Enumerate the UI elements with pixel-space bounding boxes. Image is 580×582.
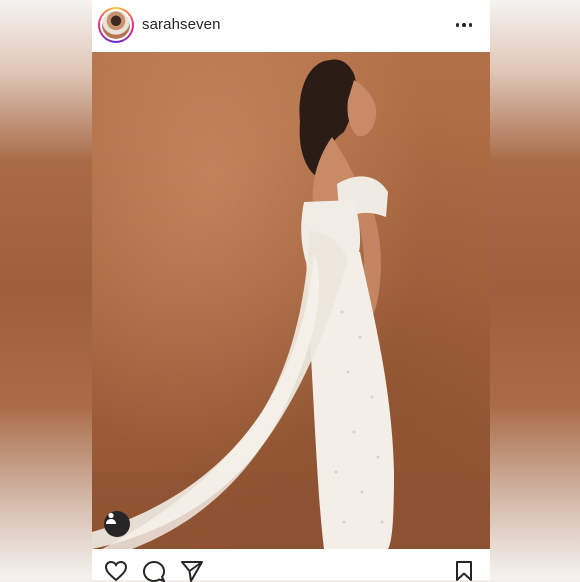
- username-link[interactable]: sarahseven: [142, 16, 221, 33]
- face-shape: [347, 80, 377, 137]
- bookmark-icon[interactable]: [454, 560, 474, 582]
- post-header: sarahseven: [92, 0, 490, 52]
- action-bar: [92, 556, 490, 582]
- background-blur-left: [0, 0, 92, 580]
- comment-icon[interactable]: [142, 560, 166, 582]
- photo-illustration: [92, 59, 490, 549]
- dot: [462, 23, 466, 27]
- background-blur-right: [488, 0, 580, 580]
- instagram-post: sarahseven: [92, 0, 490, 582]
- person-glyph: [106, 512, 116, 524]
- dot: [468, 23, 473, 27]
- post-photo[interactable]: [92, 52, 490, 549]
- avatar[interactable]: [98, 7, 134, 43]
- paper-plane-icon[interactable]: [180, 560, 204, 582]
- more-options-icon[interactable]: [454, 14, 474, 36]
- dot: [455, 23, 460, 27]
- heart-icon[interactable]: [104, 560, 128, 582]
- avatar-image: [102, 11, 130, 39]
- user-tag-icon[interactable]: [104, 511, 130, 537]
- avatar-border: [100, 9, 132, 41]
